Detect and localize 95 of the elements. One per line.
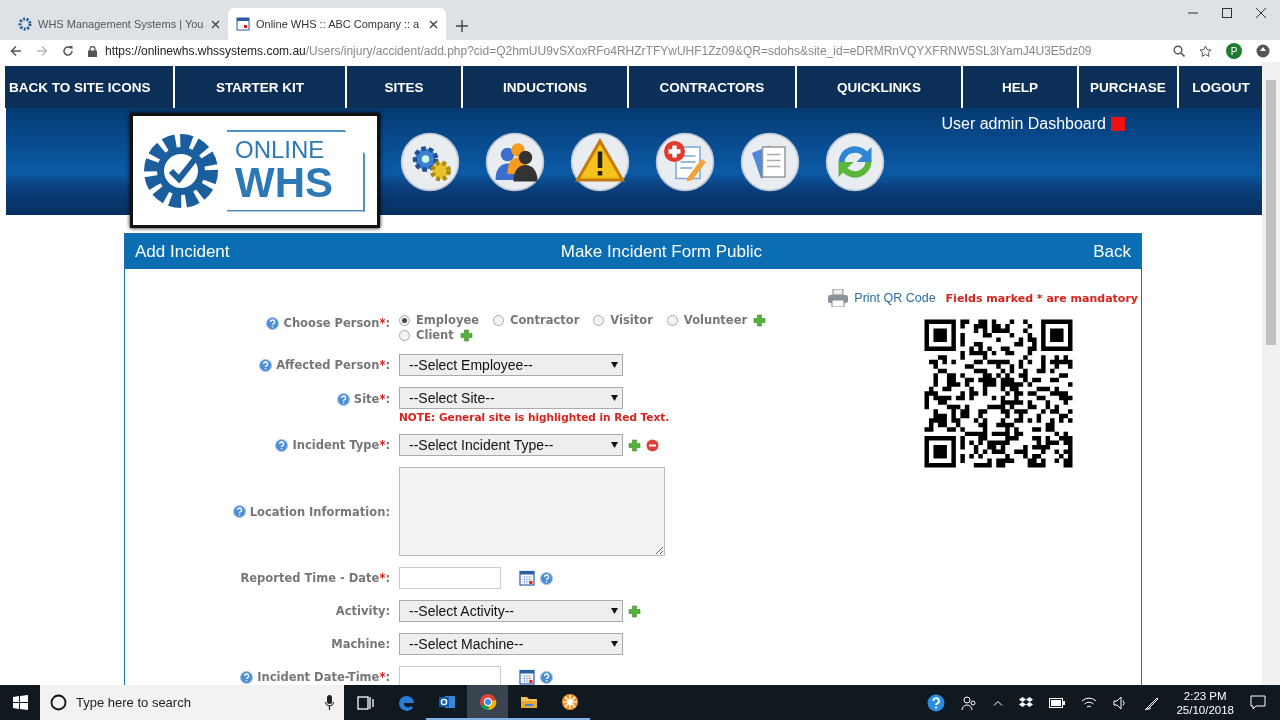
- panel-title: Add Incident: [135, 241, 230, 262]
- documents-icon[interactable]: [740, 132, 800, 192]
- back-icon[interactable]: [10, 45, 22, 57]
- mandatory-note: Fields marked * are mandatory: [945, 291, 1138, 305]
- radio-button[interactable]: [666, 315, 678, 326]
- search-icon: [50, 694, 67, 711]
- radio-button[interactable]: [399, 330, 410, 341]
- calendar-icon[interactable]: [519, 570, 535, 586]
- print-qr-link[interactable]: Print QR Code: [828, 289, 936, 307]
- nav-link[interactable]: QUICKLINKS: [797, 66, 961, 108]
- field-label: Activity:: [335, 604, 390, 618]
- calendar-icon[interactable]: [519, 669, 535, 685]
- battery-icon[interactable]: [1049, 697, 1066, 708]
- field-label: Incident Type*:: [292, 438, 390, 452]
- caret-up-icon[interactable]: [993, 699, 1004, 706]
- radio-label: Contractor: [510, 313, 580, 328]
- browser-tab[interactable]: Online WHS :: ABC Company :: a: [228, 8, 446, 40]
- warning-icon[interactable]: [570, 132, 630, 192]
- select-dropdown[interactable]: --Select Activity--: [399, 600, 623, 622]
- nav-link[interactable]: STARTER KIT: [175, 66, 345, 108]
- status-square-icon: [1111, 117, 1125, 131]
- gears-icon[interactable]: [400, 132, 460, 192]
- field-label: Reported Time - Date*:: [240, 571, 390, 585]
- field-label: Location Information:: [249, 504, 390, 519]
- add-icon[interactable]: [459, 329, 473, 342]
- date-input[interactable]: [399, 666, 501, 685]
- profile-avatar[interactable]: P: [1226, 43, 1242, 59]
- calendar-icon: [236, 17, 250, 31]
- radio-label: Volunteer: [683, 313, 748, 328]
- windows-start-icon[interactable]: [12, 695, 28, 710]
- caret-icon: [611, 395, 618, 401]
- radio-label: Client: [416, 328, 454, 343]
- field-label: Affected Person*:: [276, 358, 390, 372]
- radio-button[interactable]: [493, 315, 504, 326]
- caret-icon: [611, 641, 618, 647]
- taskbar-search-field[interactable]: Type here to search: [40, 685, 344, 720]
- field-label: Incident Date-Time*:: [257, 670, 390, 684]
- nav-link[interactable]: CONTRACTORS: [629, 66, 795, 108]
- nav-link[interactable]: INDUCTIONS: [463, 66, 627, 108]
- field-label: Site*:: [353, 392, 390, 406]
- add-icon[interactable]: [628, 438, 641, 452]
- extension-icon[interactable]: [1256, 44, 1270, 58]
- close-icon[interactable]: [1256, 8, 1266, 18]
- notification-icon[interactable]: [1250, 695, 1266, 710]
- chrome-browser-icon: [477, 691, 498, 712]
- add-icon[interactable]: [628, 604, 641, 618]
- browser-tab[interactable]: WHS Management Systems | You: [10, 8, 228, 40]
- radio-label: Employee: [416, 313, 479, 328]
- flower-icon: [559, 691, 580, 712]
- close-icon[interactable]: [429, 19, 438, 29]
- select-dropdown[interactable]: --Select Incident Type--: [399, 434, 623, 456]
- select-dropdown[interactable]: --Select Employee--: [399, 354, 623, 376]
- wifi-icon[interactable]: [1081, 695, 1098, 710]
- nav-link[interactable]: PURCHASE: [1079, 66, 1177, 108]
- people-icon[interactable]: [485, 132, 545, 192]
- refresh-icon[interactable]: [825, 132, 885, 192]
- add-icon[interactable]: [753, 314, 767, 327]
- url-text[interactable]: https://onlinewhs.whssystems.com.au/Users/injury/accident/add.php?cid=Q2hmUU9vSXoxRFo4RHZrTFYwUHF1Zz09&QR=sdohs&site_id=eDRMRnVQYXFRNW5SL3lYamJ4U3E5dz09: [105, 44, 1092, 58]
- nav-link[interactable]: LOGOUT: [1179, 66, 1262, 108]
- medical-form-icon[interactable]: [655, 132, 715, 192]
- zoom-icon[interactable]: [1173, 45, 1185, 57]
- microphone-icon[interactable]: [325, 695, 334, 710]
- caret-icon: [611, 608, 618, 614]
- reload-icon[interactable]: [62, 45, 74, 57]
- help-icon[interactable]: [927, 693, 946, 712]
- people-icon[interactable]: [961, 694, 978, 711]
- field-label: Choose Person*:: [283, 316, 390, 330]
- lock-icon: [88, 45, 97, 57]
- dropbox-icon[interactable]: [1019, 696, 1034, 709]
- close-icon[interactable]: [211, 19, 220, 29]
- caret-icon: [611, 362, 618, 368]
- radio-button[interactable]: [399, 315, 410, 326]
- back-link[interactable]: Back: [1093, 241, 1131, 262]
- radio-label: Visitor: [610, 313, 653, 328]
- radio-button[interactable]: [593, 315, 605, 326]
- select-dropdown[interactable]: --Select Site--: [399, 387, 623, 409]
- nav-link[interactable]: SITES: [347, 66, 461, 108]
- nav-link[interactable]: HELP: [963, 66, 1077, 108]
- maximize-icon[interactable]: [1222, 8, 1232, 18]
- select-dropdown[interactable]: --Select Machine--: [399, 633, 623, 655]
- scrollbar-thumb[interactable]: [1266, 80, 1276, 345]
- taskbar-clock[interactable]: 2:23 PM 25/10/2018: [1176, 688, 1234, 717]
- date-input[interactable]: [399, 567, 501, 589]
- gear-icon: [18, 17, 32, 31]
- note-text: NOTE: General site is highlighted in Red Text.: [399, 411, 671, 423]
- user-dashboard-link[interactable]: User admin Dashboard: [941, 115, 1106, 133]
- site-logo[interactable]: ONLINE WHS: [130, 113, 380, 228]
- star-icon[interactable]: [1199, 44, 1212, 58]
- new-tab-icon[interactable]: [456, 20, 468, 32]
- printer-icon: [828, 289, 849, 307]
- remove-icon[interactable]: [646, 438, 659, 452]
- field-label: Machine:: [331, 637, 390, 651]
- nav-link[interactable]: BACK TO SITE ICONS: [5, 66, 173, 108]
- public-form-link[interactable]: Make Incident Form Public: [560, 241, 762, 262]
- caret-icon: [611, 442, 618, 448]
